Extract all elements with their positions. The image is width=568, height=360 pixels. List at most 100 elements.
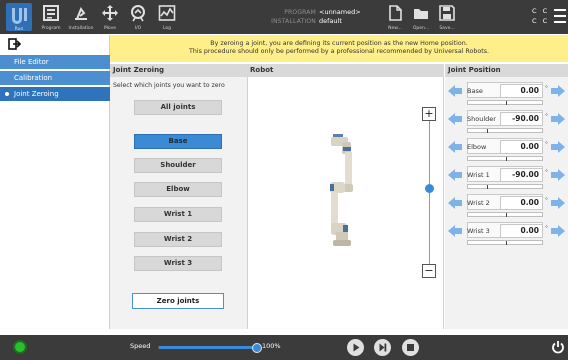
jog-increase-arrow-icon[interactable] [550, 196, 566, 210]
joint-button-shoulder[interactable]: Shoulder [134, 158, 222, 173]
jog-increase-arrow-icon[interactable] [550, 140, 566, 154]
nav-move[interactable]: Move [96, 0, 124, 34]
banner-line-2: This procedure should only be performed … [189, 48, 489, 55]
joint-range-slider [467, 240, 543, 245]
joint-range-tick [506, 241, 507, 245]
installation-key: INSTALLATION [271, 18, 316, 25]
program-info: PROGRAM <unnamed> INSTALLATION default [268, 8, 378, 26]
zoom-in-button[interactable]: + [422, 107, 436, 121]
speed-label: Speed [130, 342, 151, 350]
step-button[interactable] [374, 339, 391, 356]
joint-button-base[interactable]: Base [134, 134, 222, 149]
new-file-button[interactable]: New... [384, 0, 406, 34]
robot-arm-illustration [330, 134, 353, 246]
joint-button-elbow[interactable]: Elbow [134, 182, 222, 197]
jog-increase-arrow-icon[interactable] [550, 84, 566, 98]
joint-position-header: Joint Position [445, 64, 568, 77]
joint-position-panel: Base 0.00 ° Shoulder -90.00 ° Elbow 0.00 ° Wrist … [445, 77, 568, 329]
top-bar: Run Program Installation Move I/O Log PR… [0, 0, 568, 34]
hamburger-menu-icon[interactable] [554, 9, 566, 23]
joint-position-row: Base 0.00 ° [445, 82, 568, 108]
joint-button-wrist-2[interactable]: Wrist 2 [134, 232, 222, 247]
jog-increase-arrow-icon[interactable] [550, 168, 566, 182]
sidebar-item-label: Calibration [14, 74, 53, 82]
cc-bottom: C C [532, 17, 550, 25]
jog-decrease-arrow-icon[interactable] [447, 168, 463, 182]
nav-label-program: Program [41, 26, 61, 31]
joint-range-tick [487, 185, 488, 189]
io-icon [131, 5, 145, 22]
robot-header: Robot [247, 64, 444, 77]
nav-installation[interactable]: Installation [66, 0, 96, 34]
joint-value-field[interactable]: -90.00 [500, 112, 543, 126]
program-key: PROGRAM [284, 9, 316, 16]
jog-decrease-arrow-icon[interactable] [447, 112, 463, 126]
jog-decrease-arrow-icon[interactable] [447, 84, 463, 98]
joint-value-field[interactable]: 0.00 [500, 140, 543, 154]
save-file-button[interactable]: Save... [436, 0, 458, 34]
open-file-label: Open... [412, 26, 430, 31]
robot-power-status-icon[interactable] [13, 340, 27, 354]
joint-button-wrist-1[interactable]: Wrist 1 [134, 207, 222, 222]
installation-name: default [319, 17, 342, 25]
joint-value-field[interactable]: 0.00 [500, 196, 543, 210]
sidebar: File Editor Calibration Joint Zeroing [0, 35, 110, 329]
joint-range-slider [467, 212, 543, 217]
jog-decrease-arrow-icon[interactable] [447, 140, 463, 154]
joint-zeroing-instruction: Select which joints you want to zero [113, 82, 225, 89]
move-icon [102, 5, 118, 21]
sidebar-item-file-editor[interactable]: File Editor [0, 55, 110, 69]
nav-log[interactable]: Log [152, 0, 182, 34]
open-file-button[interactable]: Open... [410, 0, 432, 34]
joint-button-wrist-3[interactable]: Wrist 3 [134, 256, 222, 271]
log-icon [158, 5, 176, 21]
ur-logo[interactable]: Run [6, 3, 32, 32]
joint-position-row: Shoulder -90.00 ° [445, 110, 568, 136]
jog-decrease-arrow-icon[interactable] [447, 196, 463, 210]
joint-position-row: Wrist 3 0.00 ° [445, 222, 568, 248]
power-icon[interactable] [551, 340, 565, 354]
nav-label-move: Move [103, 26, 117, 31]
zoom-out-button[interactable]: − [422, 264, 436, 278]
nav-label-log: Log [162, 26, 172, 31]
jog-increase-arrow-icon[interactable] [550, 224, 566, 238]
selected-dot-icon [5, 92, 9, 96]
nav-program[interactable]: Program [36, 0, 66, 34]
joint-position-row: Wrist 1 -90.00 ° [445, 166, 568, 192]
joint-range-tick [487, 129, 488, 133]
joint-name: Wrist 3 [467, 227, 490, 235]
exit-icon[interactable] [8, 38, 22, 50]
joint-value-field[interactable]: -90.00 [500, 168, 543, 182]
jog-decrease-arrow-icon[interactable] [447, 224, 463, 238]
sidebar-item-calibration[interactable]: Calibration [0, 71, 110, 85]
joint-range-slider [467, 184, 543, 189]
sidebar-item-joint-zeroing[interactable]: Joint Zeroing [0, 87, 110, 101]
stop-button[interactable] [402, 339, 419, 356]
zoom-slider-handle[interactable] [425, 184, 434, 193]
zero-joints-button[interactable]: Zero joints [132, 293, 224, 309]
polyscope-window: Run Program Installation Move I/O Log PR… [0, 0, 568, 360]
joint-range-tick [506, 213, 507, 217]
save-icon [439, 5, 455, 21]
joint-position-row: Elbow 0.00 ° [445, 138, 568, 164]
joint-range-slider [467, 100, 543, 105]
all-joints-button[interactable]: All joints [134, 100, 222, 115]
jog-increase-arrow-icon[interactable] [550, 112, 566, 126]
save-file-label: Save... [439, 26, 455, 31]
sidebar-item-label: File Editor [14, 58, 49, 66]
joint-range-slider [467, 156, 543, 161]
play-button[interactable] [347, 339, 364, 356]
speed-slider-track[interactable] [158, 343, 262, 353]
nav-io[interactable]: I/O [124, 0, 152, 34]
sidebar-item-label: Joint Zeroing [14, 90, 59, 98]
joint-name: Elbow [467, 143, 487, 151]
program-icon [43, 5, 59, 21]
joint-zeroing-panel: Select which joints you want to zero All… [110, 77, 247, 329]
joint-position-row: Wrist 2 0.00 ° [445, 194, 568, 220]
joint-value-field[interactable]: 0.00 [500, 224, 543, 238]
joint-value-field[interactable]: 0.00 [500, 84, 543, 98]
step-icon [379, 343, 387, 352]
joint-name: Wrist 2 [467, 199, 490, 207]
speed-slider-handle[interactable] [252, 343, 262, 353]
degree-unit: ° [545, 225, 548, 232]
